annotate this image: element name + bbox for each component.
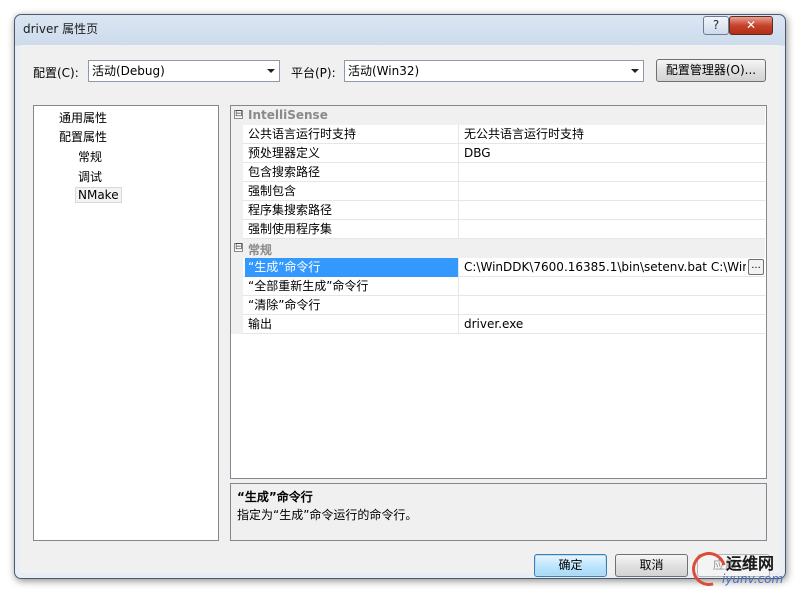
category-tree[interactable]: 通用属性 配置属性 常规 调试 NMake bbox=[33, 105, 219, 541]
property-value[interactable]: DBG bbox=[460, 144, 765, 163]
property-name: 预处理器定义 bbox=[245, 144, 459, 163]
config-label: 配置(C): bbox=[33, 66, 79, 80]
property-value[interactable]: C:\WinDDK\7600.16385.1\bin\setenv.bat C:… bbox=[460, 258, 746, 277]
platform-combobox[interactable]: 活动(Win32) bbox=[344, 60, 644, 82]
property-value[interactable] bbox=[460, 182, 765, 201]
tree-item-nmake[interactable]: NMake bbox=[75, 187, 122, 203]
watermark-line1: 运维网 bbox=[726, 554, 775, 573]
tree-item-common[interactable]: 通用属性 bbox=[59, 109, 107, 126]
property-value[interactable]: 无公共语言运行时支持 bbox=[460, 125, 765, 144]
category-label: 常规 bbox=[248, 243, 273, 257]
tree-item-config[interactable]: 配置属性 bbox=[59, 128, 107, 145]
collapse-icon[interactable]: ⊟ bbox=[234, 110, 243, 119]
collapse-icon[interactable]: ⊟ bbox=[234, 243, 243, 252]
property-name: “全部重新生成”命令行 bbox=[245, 277, 459, 296]
ok-button[interactable]: 确定 bbox=[534, 554, 607, 577]
chevron-down-icon bbox=[267, 69, 275, 73]
close-button[interactable]: ✕ bbox=[729, 16, 773, 35]
platform-label: 平台(P): bbox=[291, 66, 336, 80]
property-row[interactable]: 预处理器定义 DBG bbox=[231, 144, 765, 163]
property-name: 包含搜索路径 bbox=[245, 163, 459, 182]
watermark-line2: iyunv.com bbox=[722, 572, 784, 586]
category-intellisense[interactable]: ⊟ IntelliSense bbox=[231, 106, 765, 125]
cancel-button[interactable]: 取消 bbox=[615, 554, 688, 577]
property-row-selected[interactable]: “生成”命令行 C:\WinDDK\7600.16385.1\bin\seten… bbox=[231, 258, 765, 277]
dialog-window: driver 属性页 ? ✕ 配置(C): 活动(Debug) 平台(P): 活… bbox=[14, 14, 786, 579]
property-row[interactable]: 输出 driver.exe bbox=[231, 315, 765, 334]
config-combobox[interactable]: 活动(Debug) bbox=[88, 60, 280, 82]
property-name: 程序集搜索路径 bbox=[245, 201, 459, 220]
property-row[interactable]: 强制包含 bbox=[231, 182, 765, 201]
property-name: 强制使用程序集 bbox=[245, 220, 459, 239]
config-manager-button[interactable]: 配置管理器(O)... bbox=[656, 59, 766, 82]
config-value: 活动(Debug) bbox=[92, 64, 165, 78]
property-row[interactable]: 包含搜索路径 bbox=[231, 163, 765, 182]
property-row[interactable]: 程序集搜索路径 bbox=[231, 201, 765, 220]
tree-item-general[interactable]: 常规 bbox=[78, 148, 102, 165]
watermark-logo: 运维网 iyunv.com bbox=[685, 545, 798, 594]
category-general[interactable]: ⊟ 常规 bbox=[231, 239, 765, 258]
description-panel: “生成”命令行 指定为“生成”命令运行的命令行。 bbox=[230, 483, 767, 541]
property-value[interactable]: driver.exe bbox=[460, 315, 765, 334]
property-value[interactable] bbox=[460, 163, 765, 182]
platform-value: 活动(Win32) bbox=[348, 64, 420, 78]
tree-item-debug[interactable]: 调试 bbox=[78, 168, 102, 185]
property-row[interactable]: 公共语言运行时支持 无公共语言运行时支持 bbox=[231, 125, 765, 144]
property-name: 强制包含 bbox=[245, 182, 459, 201]
chevron-down-icon bbox=[631, 69, 639, 73]
property-value[interactable] bbox=[460, 220, 765, 239]
property-row[interactable]: “清除”命令行 bbox=[231, 296, 765, 315]
property-name: “生成”命令行 bbox=[245, 258, 459, 277]
property-name: 输出 bbox=[245, 315, 459, 334]
property-value[interactable] bbox=[460, 277, 765, 296]
property-name: “清除”命令行 bbox=[245, 296, 459, 315]
category-label: IntelliSense bbox=[248, 108, 328, 122]
description-text: 指定为“生成”命令运行的命令行。 bbox=[237, 508, 418, 522]
property-row[interactable]: “全部重新生成”命令行 bbox=[231, 277, 765, 296]
description-title: “生成”命令行 bbox=[237, 490, 313, 504]
browse-button[interactable]: ... bbox=[748, 259, 764, 275]
dialog-client: 配置(C): 活动(Debug) 平台(P): 活动(Win32) 配置管理器(… bbox=[20, 45, 780, 577]
property-grid: ⊟ IntelliSense 公共语言运行时支持 无公共语言运行时支持 预处理器… bbox=[230, 105, 767, 479]
property-name: 公共语言运行时支持 bbox=[245, 125, 459, 144]
property-row[interactable]: 强制使用程序集 bbox=[231, 220, 765, 239]
window-title: driver 属性页 bbox=[23, 22, 99, 36]
help-button[interactable]: ? bbox=[703, 16, 729, 35]
property-value[interactable] bbox=[460, 296, 765, 315]
property-value[interactable] bbox=[460, 201, 765, 220]
